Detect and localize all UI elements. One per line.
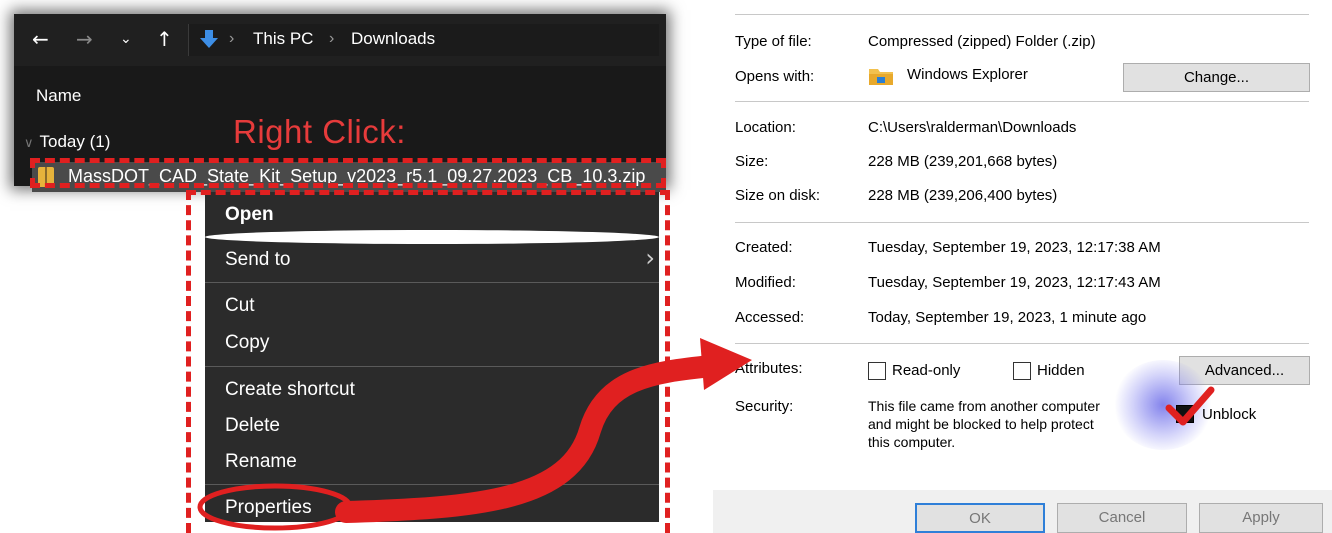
arrow-head xyxy=(700,338,752,390)
annotation-arrow xyxy=(197,338,752,531)
properties-circle-annotation xyxy=(197,483,353,531)
arrow-shaft xyxy=(335,355,723,523)
